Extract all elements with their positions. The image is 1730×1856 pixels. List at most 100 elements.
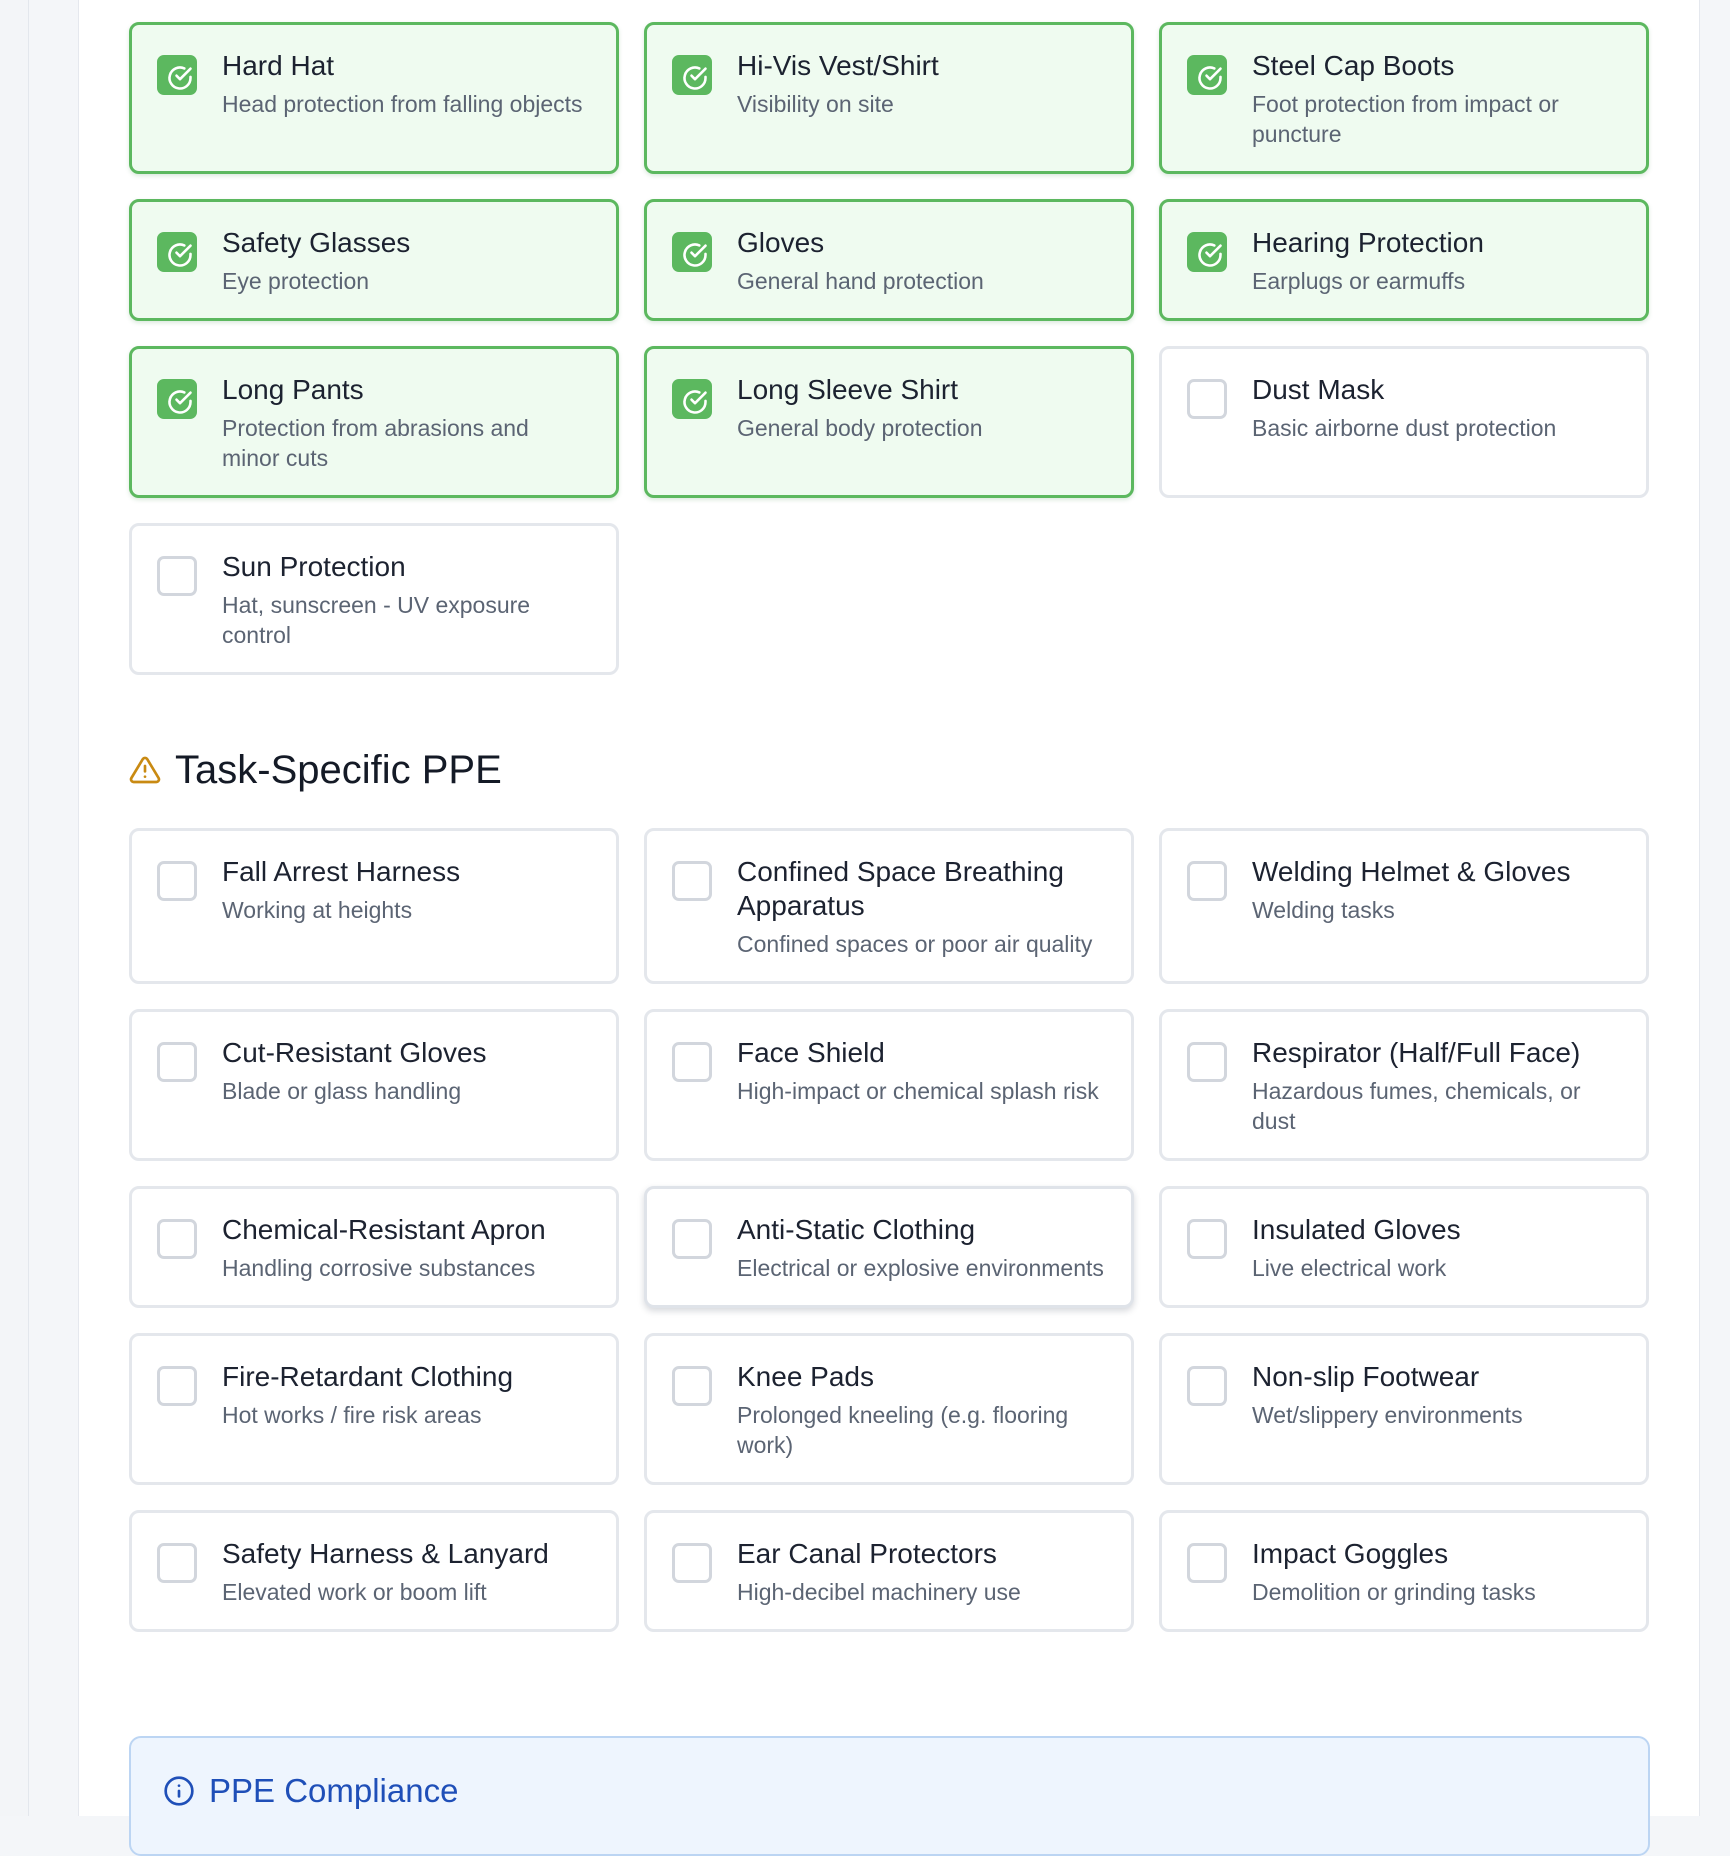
ppe-panel: Hard Hat Head protection from falling obj… xyxy=(78,0,1700,1856)
ppe-item-title: Steel Cap Boots xyxy=(1252,50,1455,81)
checkbox-unchecked[interactable] xyxy=(157,1366,197,1406)
ppe-item-description: Eye protection xyxy=(222,268,370,294)
ppe-card-sun-protection[interactable]: Sun Protection Hat, sunscreen - UV exposu… xyxy=(129,523,619,675)
task-section-header: Task-Specific PPE xyxy=(129,745,502,795)
checkbox-unchecked[interactable] xyxy=(1187,1543,1227,1583)
ppe-card-long-pants[interactable]: Long Pants Protection from abrasions and … xyxy=(129,346,619,498)
warning-triangle-icon xyxy=(129,756,161,784)
checkbox-unchecked[interactable] xyxy=(1187,1219,1227,1259)
checkbox-checked[interactable] xyxy=(1187,55,1227,95)
ppe-item-description: Handling corrosive substances xyxy=(222,1255,536,1281)
checkbox-checked[interactable] xyxy=(672,232,712,272)
check-circle-icon xyxy=(168,390,192,414)
checkbox-unchecked[interactable] xyxy=(1187,1366,1227,1406)
ppe-item-description: Hat, sunscreen - UV exposure control xyxy=(222,592,531,648)
ppe-item-title: Fall Arrest Harness xyxy=(222,856,461,887)
check-circle-icon xyxy=(683,243,707,267)
checkbox-unchecked[interactable] xyxy=(672,1366,712,1406)
ppe-item-title: Cut-Resistant Gloves xyxy=(222,1037,487,1068)
ppe-card-long-sleeve-shirt[interactable]: Long Sleeve Shirt General body protection xyxy=(644,346,1134,498)
ppe-card-cut-resistant-gloves[interactable]: Cut-Resistant Gloves Blade or glass handl… xyxy=(129,1009,619,1161)
checkbox-unchecked[interactable] xyxy=(157,1042,197,1082)
ppe-item-description: General body protection xyxy=(737,415,983,441)
ppe-card-knee-pads[interactable]: Knee Pads Prolonged kneeling (e.g. floori… xyxy=(644,1333,1134,1485)
check-circle-icon xyxy=(683,66,707,90)
ppe-card-anti-static-clothing[interactable]: Anti-Static Clothing Electrical or explos… xyxy=(644,1186,1134,1308)
ppe-item-title: Non-slip Footwear xyxy=(1252,1361,1480,1392)
info-circle-icon xyxy=(164,1776,194,1806)
ppe-item-description: Foot protection from impact or puncture xyxy=(1252,91,1559,147)
checkbox-unchecked[interactable] xyxy=(157,1543,197,1583)
ppe-card-fire-retardant-clothing[interactable]: Fire-Retardant Clothing Hot works / fire … xyxy=(129,1333,619,1485)
section-title: Task-Specific PPE xyxy=(175,747,502,792)
ppe-card-impact-goggles[interactable]: Impact Goggles Demolition or grinding tas… xyxy=(1159,1510,1649,1632)
ppe-item-title: Welding Helmet & Gloves xyxy=(1252,856,1571,887)
checkbox-unchecked[interactable] xyxy=(672,1042,712,1082)
checkbox-unchecked[interactable] xyxy=(157,1219,197,1259)
check-circle-icon xyxy=(1198,66,1222,90)
ppe-card-fall-arrest-harness[interactable]: Fall Arrest Harness Working at heights xyxy=(129,828,619,984)
ppe-card-face-shield[interactable]: Face Shield High-impact or chemical splas… xyxy=(644,1009,1134,1161)
ppe-item-description: Prolonged kneeling (e.g. flooring work) xyxy=(737,1402,1069,1458)
ppe-item-title: Ear Canal Protectors xyxy=(737,1538,997,1569)
ppe-item-title: Knee Pads xyxy=(737,1361,874,1392)
checkbox-checked[interactable] xyxy=(672,55,712,95)
ppe-card-welding-helmet-gloves[interactable]: Welding Helmet & Gloves Welding tasks xyxy=(1159,828,1649,984)
ppe-card-hearing-protection[interactable]: Hearing Protection Earplugs or earmuffs xyxy=(1159,199,1649,321)
checkbox-checked[interactable] xyxy=(1187,232,1227,272)
left-rail xyxy=(0,0,29,1816)
checkbox-checked[interactable] xyxy=(157,379,197,419)
ppe-item-description: Hazardous fumes, chemicals, or dust xyxy=(1252,1078,1581,1134)
checkbox-unchecked[interactable] xyxy=(1187,1042,1227,1082)
ppe-card-respirator-half-full-face[interactable]: Respirator (Half/Full Face) Hazardous fum… xyxy=(1159,1009,1649,1161)
ppe-item-description: High-impact or chemical splash risk xyxy=(737,1078,1099,1104)
checkbox-unchecked[interactable] xyxy=(672,1543,712,1583)
ppe-item-title: Hard Hat xyxy=(222,50,335,81)
checkbox-checked[interactable] xyxy=(157,232,197,272)
ppe-card-safety-glasses[interactable]: Safety Glasses Eye protection xyxy=(129,199,619,321)
ppe-card-steel-cap-boots[interactable]: Steel Cap Boots Foot protection from impa… xyxy=(1159,22,1649,174)
ppe-item-title: Insulated Gloves xyxy=(1252,1214,1461,1245)
ppe-item-title: Respirator (Half/Full Face) xyxy=(1252,1037,1581,1068)
ppe-item-description: Head protection from falling objects xyxy=(222,91,583,117)
ppe-card-safety-harness-lanyard[interactable]: Safety Harness & Lanyard Elevated work or… xyxy=(129,1510,619,1632)
checkbox-checked[interactable] xyxy=(157,55,197,95)
ppe-card-confined-space-breathing-apparatus[interactable]: Confined Space Breathing Apparatus Confin… xyxy=(644,828,1134,984)
ppe-item-description: Wet/slippery environments xyxy=(1252,1402,1523,1428)
ppe-item-title: Long Sleeve Shirt xyxy=(737,374,959,405)
ppe-card-ear-canal-protectors[interactable]: Ear Canal Protectors High-decibel machine… xyxy=(644,1510,1134,1632)
checkbox-unchecked[interactable] xyxy=(1187,379,1227,419)
task-ppe-grid: Fall Arrest Harness Working at heights Con… xyxy=(129,828,1650,1632)
ppe-item-title: Anti-Static Clothing xyxy=(737,1214,976,1245)
ppe-compliance-box: PPE Compliance xyxy=(129,1736,1650,1856)
checkbox-checked[interactable] xyxy=(672,379,712,419)
ppe-card-non-slip-footwear[interactable]: Non-slip Footwear Wet/slippery environmen… xyxy=(1159,1333,1649,1485)
ppe-item-title: Safety Glasses xyxy=(222,227,411,258)
ppe-item-description: Demolition or grinding tasks xyxy=(1252,1579,1536,1605)
checkbox-unchecked[interactable] xyxy=(672,861,712,901)
checkbox-unchecked[interactable] xyxy=(157,861,197,901)
ppe-item-title: Gloves xyxy=(737,227,825,258)
ppe-item-title: Sun Protection xyxy=(222,551,406,582)
checkbox-unchecked[interactable] xyxy=(1187,861,1227,901)
checkbox-unchecked[interactable] xyxy=(157,556,197,596)
ppe-item-description: General hand protection xyxy=(737,268,984,294)
ppe-item-title: Hearing Protection xyxy=(1252,227,1484,258)
ppe-card-chemical-resistant-apron[interactable]: Chemical-Resistant Apron Handling corrosi… xyxy=(129,1186,619,1308)
ppe-card-hi-vis-vest-shirt[interactable]: Hi-Vis Vest/Shirt Visibility on site xyxy=(644,22,1134,174)
checkbox-unchecked[interactable] xyxy=(672,1219,712,1259)
ppe-item-description: Elevated work or boom lift xyxy=(222,1579,487,1605)
ppe-item-title: Long Pants xyxy=(222,374,364,405)
ppe-card-gloves[interactable]: Gloves General hand protection xyxy=(644,199,1134,321)
ppe-item-title: Confined Space Breathing Apparatus xyxy=(737,856,1064,921)
ppe-card-insulated-gloves[interactable]: Insulated Gloves Live electrical work xyxy=(1159,1186,1649,1308)
check-circle-icon xyxy=(683,390,707,414)
ppe-item-title: Impact Goggles xyxy=(1252,1538,1449,1569)
ppe-card-hard-hat[interactable]: Hard Hat Head protection from falling obj… xyxy=(129,22,619,174)
ppe-item-description: Earplugs or earmuffs xyxy=(1252,268,1466,294)
check-circle-icon xyxy=(168,66,192,90)
ppe-item-title: Fire-Retardant Clothing xyxy=(222,1361,514,1392)
ppe-item-description: Welding tasks xyxy=(1252,897,1395,923)
ppe-card-dust-mask[interactable]: Dust Mask Basic airborne dust protection xyxy=(1159,346,1649,498)
ppe-item-title: Hi-Vis Vest/Shirt xyxy=(737,50,939,81)
